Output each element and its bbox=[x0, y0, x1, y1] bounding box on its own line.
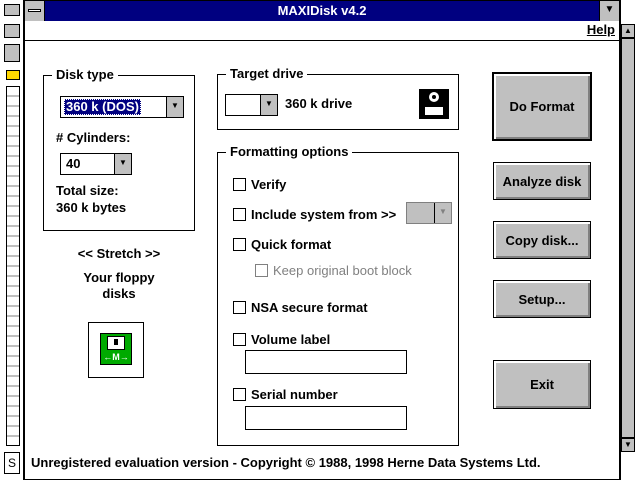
verify-label: Verify bbox=[251, 177, 287, 192]
cylinders-label: # Cylinders: bbox=[56, 130, 131, 145]
formatting-options-group: Formatting options Verify Include system… bbox=[217, 144, 459, 446]
nsa-secure-checkbox[interactable]: NSA secure format bbox=[233, 300, 368, 315]
dropdown-arrow-icon: ▼ bbox=[434, 203, 451, 223]
keep-boot-block-box bbox=[255, 264, 268, 277]
help-menu[interactable]: Help bbox=[587, 22, 615, 37]
target-drive-group: Target drive ▼ 360 k drive bbox=[217, 66, 459, 130]
include-system-label: Include system from >> bbox=[251, 207, 397, 222]
stretch-disk-button[interactable]: ←M→ bbox=[88, 322, 144, 378]
bg-sysmenu-icon-2 bbox=[4, 24, 20, 38]
include-system-checkbox[interactable]: Include system from >> bbox=[233, 207, 396, 222]
background-window-left: S bbox=[0, 0, 24, 480]
bg-scroll-track[interactable] bbox=[621, 38, 635, 438]
stretch-caption-1: Your floppy bbox=[83, 270, 155, 285]
bg-status-fragment: S bbox=[4, 452, 20, 474]
window-title: MAXIDisk v4.2 bbox=[277, 3, 367, 18]
keep-boot-block-checkbox: Keep original boot block bbox=[255, 263, 412, 278]
nsa-secure-label: NSA secure format bbox=[251, 300, 368, 315]
quick-format-checkbox[interactable]: Quick format bbox=[233, 237, 331, 252]
volume-label-label: Volume label bbox=[251, 332, 331, 347]
minimize-icon[interactable]: ▼ bbox=[599, 1, 619, 21]
analyze-disk-button[interactable]: Analyze disk bbox=[493, 162, 591, 200]
dropdown-arrow-icon[interactable]: ▼ bbox=[260, 95, 277, 115]
stretch-disk-icon: ←M→ bbox=[100, 333, 132, 365]
setup-button[interactable]: Setup... bbox=[493, 280, 591, 318]
stretch-icon-text: ←M→ bbox=[103, 352, 129, 362]
system-source-select: ▼ bbox=[406, 202, 452, 224]
verify-box[interactable] bbox=[233, 178, 246, 191]
disk-type-value: 360 k (DOS) bbox=[64, 99, 141, 115]
quick-format-box[interactable] bbox=[233, 238, 246, 251]
serial-number-label: Serial number bbox=[251, 387, 338, 402]
stretch-caption-2: disks bbox=[102, 286, 136, 301]
cylinders-value: 40 bbox=[66, 156, 81, 171]
volume-label-box[interactable] bbox=[233, 333, 246, 346]
bg-sysmenu-icon bbox=[4, 4, 20, 16]
verify-checkbox[interactable]: Verify bbox=[233, 177, 286, 192]
total-size-label: Total size: bbox=[56, 183, 119, 198]
exit-button[interactable]: Exit bbox=[493, 360, 591, 409]
bg-tree-scroll bbox=[6, 86, 20, 446]
disk-type-group: Disk type 360 k (DOS) ▼ # Cylinders: 40 … bbox=[43, 67, 195, 231]
copy-disk-button[interactable]: Copy disk... bbox=[493, 221, 591, 259]
do-format-button[interactable]: Do Format bbox=[493, 73, 591, 140]
maxidisk-window: MAXIDisk v4.2 ▼ Help Disk type 360 k (DO… bbox=[24, 0, 620, 480]
scroll-down-icon[interactable]: ▼ bbox=[621, 438, 635, 452]
bg-toolbar-icon bbox=[4, 44, 20, 62]
target-drive-desc: 360 k drive bbox=[285, 96, 353, 111]
formatting-options-title: Formatting options bbox=[226, 144, 353, 159]
total-size-value: 360 k bytes bbox=[56, 200, 127, 215]
disk-type-select[interactable]: 360 k (DOS) ▼ bbox=[60, 96, 184, 118]
serial-number-input[interactable] bbox=[245, 406, 407, 430]
stretch-label: << Stretch >> bbox=[77, 246, 161, 261]
folder-icon bbox=[6, 70, 20, 80]
quick-format-label: Quick format bbox=[251, 237, 332, 252]
dropdown-arrow-icon[interactable]: ▼ bbox=[114, 154, 131, 174]
floppy-drive-icon bbox=[419, 89, 449, 119]
dropdown-arrow-icon[interactable]: ▼ bbox=[166, 97, 183, 117]
volume-label-checkbox[interactable]: Volume label bbox=[233, 332, 330, 347]
title-bar[interactable]: MAXIDisk v4.2 ▼ bbox=[25, 1, 619, 21]
include-system-box[interactable] bbox=[233, 208, 246, 221]
volume-label-input[interactable] bbox=[245, 350, 407, 374]
target-drive-select[interactable]: ▼ bbox=[225, 94, 278, 116]
status-text: Unregistered evaluation version - Copyri… bbox=[31, 455, 541, 470]
cylinders-select[interactable]: 40 ▼ bbox=[60, 153, 132, 175]
menu-bar: Help bbox=[25, 21, 619, 41]
nsa-secure-box[interactable] bbox=[233, 301, 246, 314]
disk-type-title: Disk type bbox=[52, 67, 118, 82]
scroll-up-icon[interactable]: ▲ bbox=[621, 24, 635, 38]
serial-number-box[interactable] bbox=[233, 388, 246, 401]
keep-boot-block-label: Keep original boot block bbox=[273, 263, 412, 278]
target-drive-title: Target drive bbox=[226, 66, 308, 81]
serial-number-checkbox[interactable]: Serial number bbox=[233, 387, 338, 402]
system-menu-icon[interactable] bbox=[25, 1, 45, 21]
background-window-right: ▲ ▼ bbox=[620, 0, 636, 480]
